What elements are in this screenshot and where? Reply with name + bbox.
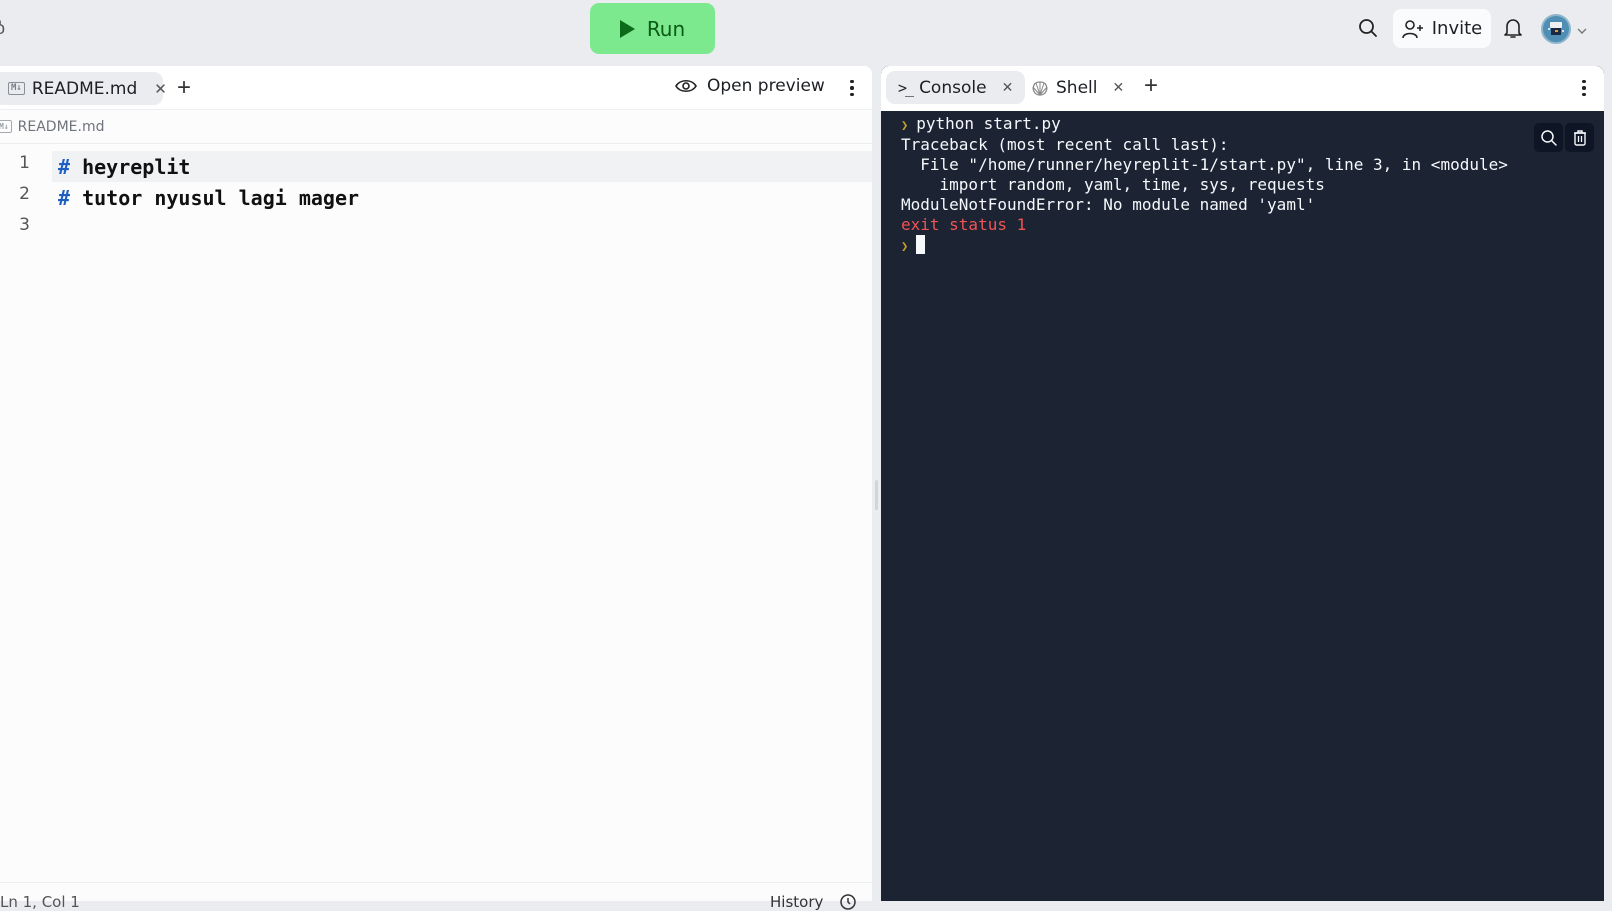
dot [1582, 92, 1586, 97]
console-tools [1534, 123, 1594, 152]
robot-avatar-icon [1548, 22, 1564, 35]
editor-panel: M↓ README.md ✕ + Open preview M↓ README.… [0, 66, 872, 911]
console-line: Traceback (most recent call last): [901, 135, 1229, 154]
shell-icon [1032, 80, 1048, 96]
close-icon[interactable]: ✕ [154, 80, 167, 98]
line-number: 1 [19, 152, 30, 173]
console-output[interactable]: ❯ python start.py Traceback (most recent c… [901, 114, 1508, 256]
editor-tab-bar: M↓ README.md ✕ + Open preview [0, 66, 872, 110]
terminal-prompt-icon: >_ [898, 78, 914, 97]
run-button[interactable]: Run [590, 3, 715, 54]
trash-icon [1573, 129, 1586, 146]
code-line[interactable]: 1 # heyreplit [0, 151, 872, 182]
cut-off-icon: ʖ [0, 18, 5, 38]
open-preview-button[interactable]: Open preview [675, 76, 825, 96]
console-input-line[interactable]: ❯ [901, 235, 1508, 256]
prompt-caret-icon: ❯ [901, 118, 909, 132]
clear-console-button[interactable] [1565, 123, 1594, 152]
text-cursor [916, 235, 926, 254]
tab-readme[interactable]: M↓ README.md ✕ [0, 72, 167, 105]
dot [850, 79, 854, 84]
line-number: 2 [19, 183, 30, 204]
heading-text: heyreplit [70, 154, 191, 179]
panel-resize-handle[interactable] [875, 480, 878, 510]
heading-marker: # [58, 185, 71, 210]
code-line[interactable]: 2 # tutor nyusul lagi mager [0, 182, 872, 213]
close-icon[interactable]: ✕ [1002, 79, 1014, 96]
bell-icon [1504, 19, 1522, 38]
breadcrumb: M↓ README.md [0, 110, 872, 144]
line-text: # tutor nyusul lagi mager [58, 186, 359, 210]
open-preview-label: Open preview [707, 76, 825, 96]
breadcrumb-file[interactable]: README.md [18, 119, 105, 135]
heading-marker: # [58, 154, 71, 179]
add-tab-button[interactable]: + [1144, 72, 1158, 100]
history-clock-icon [840, 894, 857, 910]
avatar[interactable] [1541, 14, 1571, 44]
top-bar: ʖ Run Invite [0, 0, 1612, 66]
tab-console[interactable]: >_ Console ✕ [886, 71, 1026, 104]
exit-status: exit status 1 [901, 215, 1027, 234]
account-menu-toggle[interactable] [1576, 22, 1588, 40]
close-icon[interactable]: ✕ [1112, 79, 1124, 96]
console-line: ❯ python start.py [901, 114, 1508, 135]
command-text: python start.py [916, 114, 1061, 133]
line-text: # heyreplit [58, 155, 190, 179]
console-search-button[interactable] [1534, 123, 1563, 152]
code-editor[interactable]: 1 # heyreplit 2 # tutor nyusul lagi mage… [0, 151, 872, 244]
console-line: ModuleNotFoundError: No module named 'ya… [901, 195, 1316, 214]
markdown-icon: M↓ [0, 120, 12, 133]
eye-icon [675, 79, 697, 93]
search-icon [1540, 129, 1557, 146]
dot [1582, 86, 1586, 90]
dot [850, 92, 854, 97]
dot [850, 86, 854, 90]
console-more-menu[interactable] [1574, 76, 1594, 100]
code-line[interactable]: 3 [0, 213, 872, 244]
invite-button[interactable]: Invite [1393, 9, 1491, 48]
tab-label: Console [919, 77, 987, 98]
notifications-button[interactable] [1499, 14, 1527, 42]
console-tab-bar: >_ Console ✕ Shell ✕ + [881, 66, 1604, 111]
editor-more-menu[interactable] [842, 76, 862, 100]
search-icon [1359, 19, 1377, 37]
console-line: File "/home/runner/heyreplit-1/start.py"… [901, 155, 1508, 174]
markdown-icon: M↓ [8, 82, 25, 95]
add-user-icon [1401, 19, 1423, 38]
console-panel: >_ Console ✕ Shell ✕ + ❯ python start.py T… [881, 66, 1604, 901]
tab-shell[interactable]: Shell ✕ [1019, 71, 1136, 104]
tab-label: Shell [1056, 77, 1098, 98]
history-button[interactable]: History [770, 893, 857, 911]
chevron-down-icon [1577, 28, 1587, 34]
history-label: History [770, 893, 824, 911]
prompt-caret-icon: ❯ [901, 239, 909, 253]
cursor-position: Ln 1, Col 1 [0, 893, 80, 911]
console-line: import random, yaml, time, sys, requests [901, 175, 1325, 194]
heading-text: tutor nyusul lagi mager [70, 185, 360, 210]
run-label: Run [646, 16, 686, 41]
search-button[interactable] [1354, 14, 1382, 42]
dot [1582, 79, 1586, 84]
add-tab-button[interactable]: + [177, 74, 191, 102]
tab-label: README.md [31, 78, 138, 99]
editor-status-bar: Ln 1, Col 1 History [0, 882, 872, 911]
play-icon [619, 19, 635, 38]
line-number: 3 [19, 214, 30, 235]
invite-label: Invite [1431, 18, 1483, 39]
